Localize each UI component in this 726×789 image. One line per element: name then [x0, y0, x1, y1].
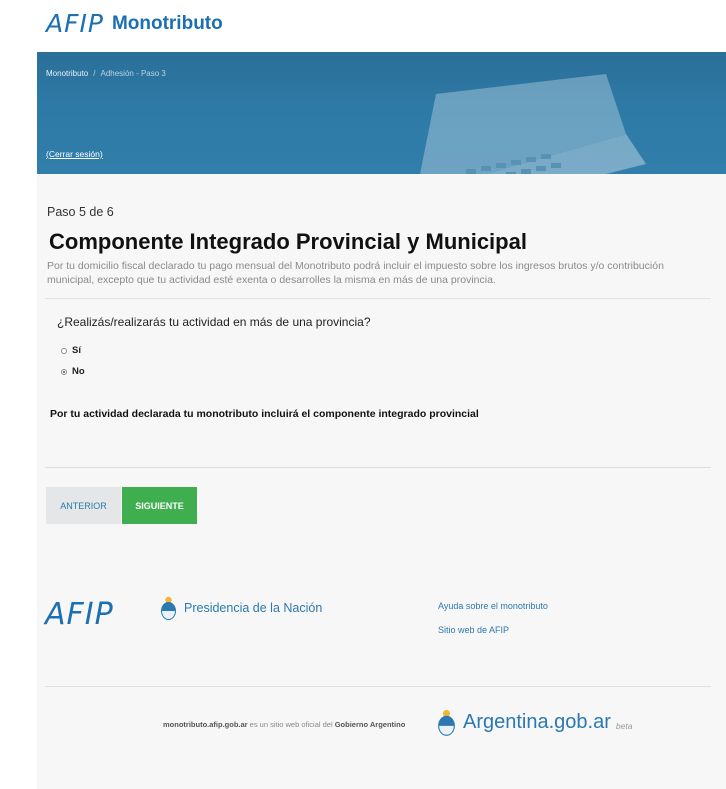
- radio-label-no: No: [72, 366, 85, 377]
- radio-icon[interactable]: [61, 368, 67, 375]
- help-monotributo-link[interactable]: Ayuda sobre el monotributo: [438, 601, 548, 611]
- breadcrumb-current: Adhesión - Paso 3: [100, 69, 166, 78]
- brand[interactable]: AFIP Monotributo: [46, 9, 223, 38]
- presidencia-label: Presidencia de la Nación: [184, 601, 323, 615]
- escudo-icon: [161, 596, 176, 620]
- argentina-label: Argentina.gob.ar: [463, 711, 611, 733]
- step-indicator: Paso 5 de 6: [47, 205, 114, 219]
- page-description: Por tu domicilio fiscal declarado tu pag…: [47, 260, 664, 286]
- component-notice: Por tu actividad declarada tu monotribut…: [50, 408, 479, 420]
- gov-site-domain: monotributo.afip.gob.ar: [163, 720, 248, 729]
- top-header: AFIP Monotributo: [0, 0, 726, 52]
- radio-option-si[interactable]: Sí: [61, 345, 81, 356]
- footer-afip-logo[interactable]: AFIP: [45, 597, 114, 632]
- hero-banner: Monotributo / Adhesión - Paso 3 (Cerrar se…: [37, 52, 726, 174]
- afip-logo: AFIP: [46, 9, 104, 38]
- logout-link[interactable]: (Cerrar sesión): [46, 149, 103, 159]
- previous-button[interactable]: ANTERIOR: [46, 487, 121, 524]
- radio-label-si: Sí: [72, 345, 81, 356]
- breadcrumb-home[interactable]: Monotributo: [46, 69, 88, 78]
- brand-title: Monotributo: [111, 12, 223, 34]
- gov-official-note: monotributo.afip.gob.ar es un sitio web …: [163, 720, 405, 729]
- beta-badge: beta: [615, 720, 633, 731]
- radio-option-no[interactable]: No: [61, 366, 85, 377]
- breadcrumb-separator: /: [93, 69, 96, 78]
- presidencia-link[interactable]: Presidencia de la Nación: [160, 596, 322, 620]
- gov-note-text: es un sitio web oficial del: [247, 720, 335, 729]
- afip-website-link[interactable]: Sitio web de AFIP: [438, 625, 548, 635]
- gov-name: Gobierno Argentino: [334, 720, 406, 729]
- radio-icon[interactable]: [61, 347, 67, 354]
- divider: [45, 467, 711, 468]
- argentina-gob-link[interactable]: Argentina.gob.ar beta: [437, 709, 632, 736]
- province-question: ¿Realizás/realizarás tu actividad en más…: [57, 315, 371, 329]
- divider: [45, 686, 711, 687]
- divider: [45, 298, 711, 299]
- escudo-icon: [438, 709, 455, 736]
- page-title: Componente Integrado Provincial y Munici…: [49, 229, 527, 254]
- breadcrumb: Monotributo / Adhesión - Paso 3: [46, 69, 166, 78]
- laptop-illustration: [420, 74, 646, 174]
- footer-links: Ayuda sobre el monotributo Sitio web de …: [438, 601, 548, 649]
- main-content: Paso 5 de 6 Componente Integrado Provinc…: [37, 174, 726, 789]
- next-button[interactable]: SIGUIENTE: [122, 487, 197, 524]
